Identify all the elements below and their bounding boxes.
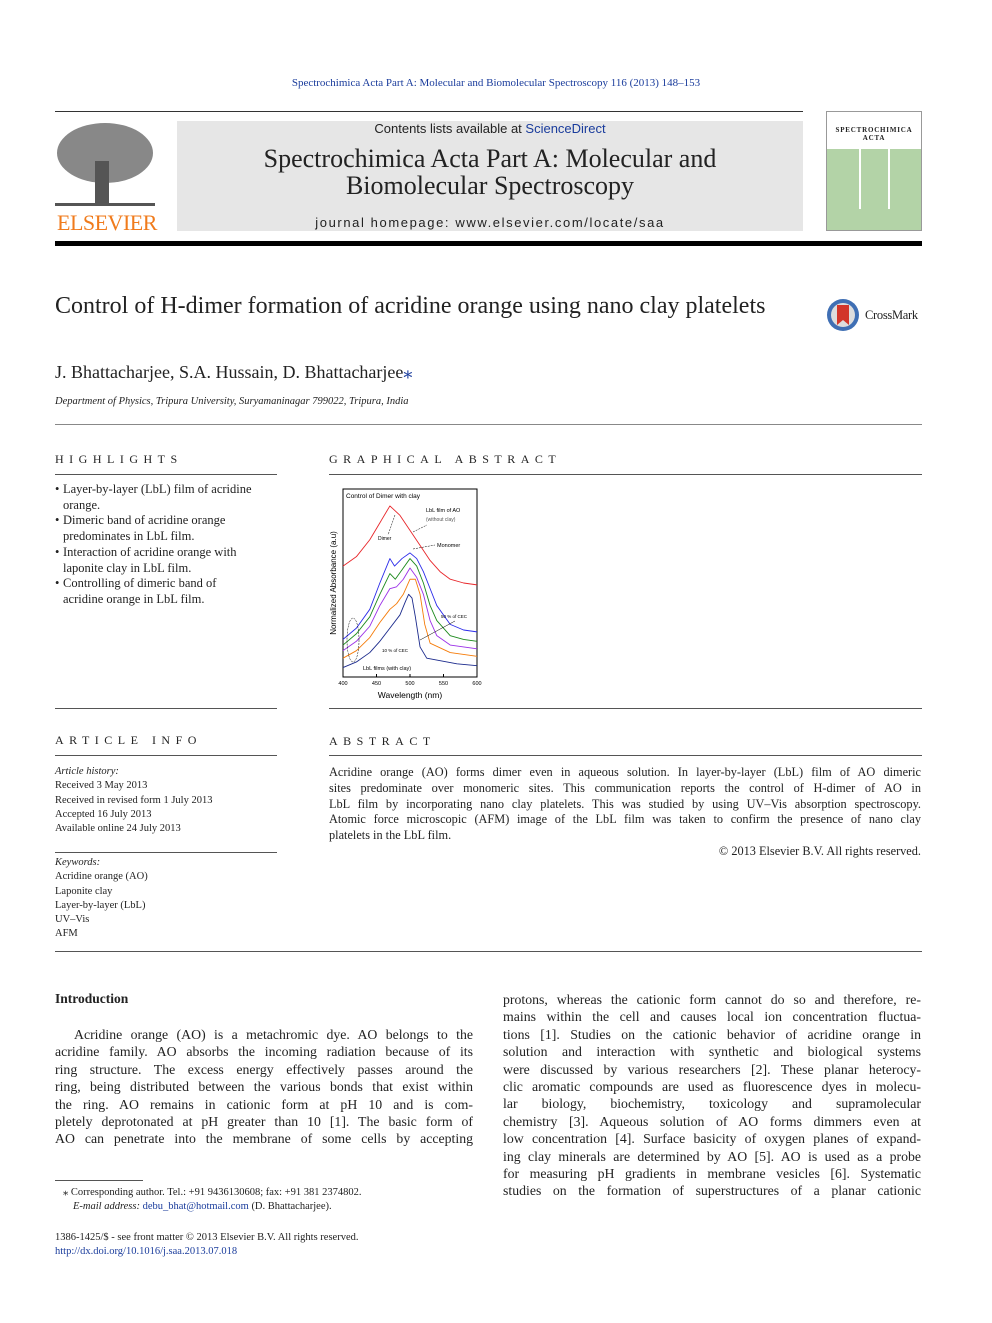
tree-icon	[55, 123, 155, 206]
text-line: AO can penetrate into the membrane of so…	[55, 1131, 473, 1147]
keyword: UV–Vis	[55, 914, 90, 926]
text-line: low concentration [4]. Surface basicity …	[503, 1131, 921, 1147]
intro-left-column: Acridine orange (AO) is a metachromic dy…	[55, 1026, 473, 1148]
divider	[55, 708, 277, 709]
journal-cover: SPECTROCHIMICA ACTA	[826, 111, 922, 231]
divider	[55, 111, 803, 112]
annotation: LbL films (with clay)	[363, 666, 411, 672]
keyword: Laponite clay	[55, 885, 113, 897]
text-line: were discussed by various researchers [2…	[503, 1061, 921, 1077]
article-history: Article history: Received 3 May 2013 Rec…	[55, 766, 213, 835]
highlight-item: Controlling of dimeric band ofacridine o…	[55, 576, 277, 607]
divider	[329, 755, 922, 756]
keywords: Keywords: Acridine orange (AO) Laponite …	[55, 856, 148, 942]
divider	[55, 1180, 143, 1181]
annotation: (without clay)	[426, 517, 456, 523]
doi-link[interactable]: http://dx.doi.org/10.1016/j.saa.2013.07.…	[55, 1245, 358, 1259]
text-line: ring structure. The excess energy effect…	[55, 1061, 473, 1077]
chart-title: Control of Dimer with clay	[346, 493, 421, 500]
text-line: lar biology, biochemistry, toxicology an…	[503, 1096, 921, 1112]
keyword: Acridine orange (AO)	[55, 871, 148, 883]
journal-homepage-link[interactable]: journal homepage: www.elsevier.com/locat…	[177, 215, 803, 230]
plot-frame	[342, 488, 478, 678]
highlight-item: Interaction of acridine orange withlapon…	[55, 545, 277, 576]
x-tick-label: 550	[439, 681, 448, 687]
x-axis-label: Wavelength (nm)	[378, 690, 443, 700]
journal-reference-link[interactable]: Spectrochimica Acta Part A: Molecular an…	[0, 77, 992, 89]
corresponding-author-mark[interactable]: ⁎	[403, 362, 412, 382]
header-rule	[55, 241, 922, 246]
copyright: © 2013 Elsevier B.V. All rights reserved…	[718, 843, 921, 858]
text-line: acridine family. AO absorbs the incoming…	[55, 1044, 473, 1060]
highlights-heading: Highlights	[55, 452, 183, 466]
series-line-2	[342, 558, 478, 646]
authors: J. Bhattacharjee, S.A. Hussain, D. Bhatt…	[55, 362, 413, 382]
divider	[329, 474, 922, 475]
annotation: LbL film of AO	[426, 508, 461, 514]
crossmark-icon	[827, 299, 859, 331]
highlight-item: Layer-by-layer (LbL) film of acridineora…	[55, 482, 277, 513]
article-info-heading: Article info	[55, 733, 202, 747]
sciencedirect-link[interactable]: ScienceDirect	[525, 121, 605, 136]
affiliation: Department of Physics, Tripura Universit…	[55, 396, 409, 407]
graphical-abstract-chart: Control of Dimer with clay LbL film of A…	[329, 488, 482, 700]
email-link[interactable]: debu_bhat@hotmail.com	[143, 1201, 249, 1212]
text-line: solution and interaction with synthetic …	[503, 1044, 921, 1060]
text-line: the ring. AO remains in cationic form at…	[55, 1096, 473, 1112]
x-tick-label: 400	[338, 681, 347, 687]
annotation: Monomer	[437, 543, 460, 549]
series-line-3	[342, 567, 478, 652]
text-line: mains within the cell and causes local i…	[503, 1009, 921, 1025]
x-tick-label: 500	[405, 681, 414, 687]
journal-title: Spectrochimica Acta Part A: Molecular an…	[263, 144, 717, 200]
text-line: for measuring pH gradients in membrane v…	[503, 1166, 921, 1182]
divider	[55, 424, 922, 425]
graphical-abstract-heading: Graphical abstract	[329, 452, 562, 466]
keyword: AFM	[55, 928, 78, 940]
crossmark-button[interactable]: CrossMark	[826, 298, 918, 332]
divider	[55, 951, 922, 952]
article-title: Control of H-dimer formation of acridine…	[55, 293, 766, 319]
divider	[329, 708, 922, 709]
annotation: Dimer	[378, 536, 392, 542]
text-line: Acridine orange (AO) is a metachromic dy…	[74, 1027, 473, 1042]
text-line: studies on the formation of superstructu…	[503, 1183, 921, 1199]
annotation: 10 % of CEC	[382, 648, 409, 653]
x-tick-label: 450	[372, 681, 381, 687]
text-line: clic aromatic compounds are used as fluo…	[503, 1079, 921, 1095]
divider	[55, 474, 277, 475]
elsevier-logo: ELSEVIER	[55, 121, 157, 235]
abstract-heading: Abstract	[329, 734, 436, 748]
abstract-text: Acridine orange (AO) forms dimer even in…	[329, 765, 921, 858]
annotation: 50 % of CEC	[441, 614, 468, 619]
journal-banner: Contents lists available at ScienceDirec…	[177, 121, 803, 231]
divider	[55, 755, 277, 756]
footnote: ⁎ Corresponding author. Tel.: +91 943613…	[63, 1187, 362, 1213]
highlights-list: Layer-by-layer (LbL) film of acridineora…	[55, 482, 277, 608]
x-tick-label: 600	[472, 681, 481, 687]
text-line: ring, being distributed between the vari…	[55, 1079, 473, 1095]
introduction-heading: Introduction	[55, 991, 129, 1006]
intro-right-column: protons, whereas the cationic form canno…	[503, 991, 921, 1200]
text-line: ing clay minerals are determined by AO […	[503, 1148, 921, 1164]
keyword: Layer-by-layer (LbL)	[55, 899, 146, 911]
text-line: chemistry [3]. Aqueous solution of AO fo…	[503, 1113, 921, 1129]
divider	[55, 852, 277, 853]
footer: 1386-1425/$ - see front matter © 2013 El…	[55, 1231, 358, 1260]
series-line-5	[342, 593, 478, 669]
text-line: tions [1]. Studies on the cationic behav…	[503, 1026, 921, 1042]
highlight-item: Dimeric band of acridine orangepredomina…	[55, 513, 277, 544]
text-line: pletely deprotonated at pH greater than …	[55, 1114, 473, 1130]
y-axis-label: Normalized Absorbance (a.u)	[329, 531, 338, 635]
contents-text: Contents lists available at	[374, 121, 526, 136]
text-line: protons, whereas the cationic form canno…	[503, 992, 921, 1007]
